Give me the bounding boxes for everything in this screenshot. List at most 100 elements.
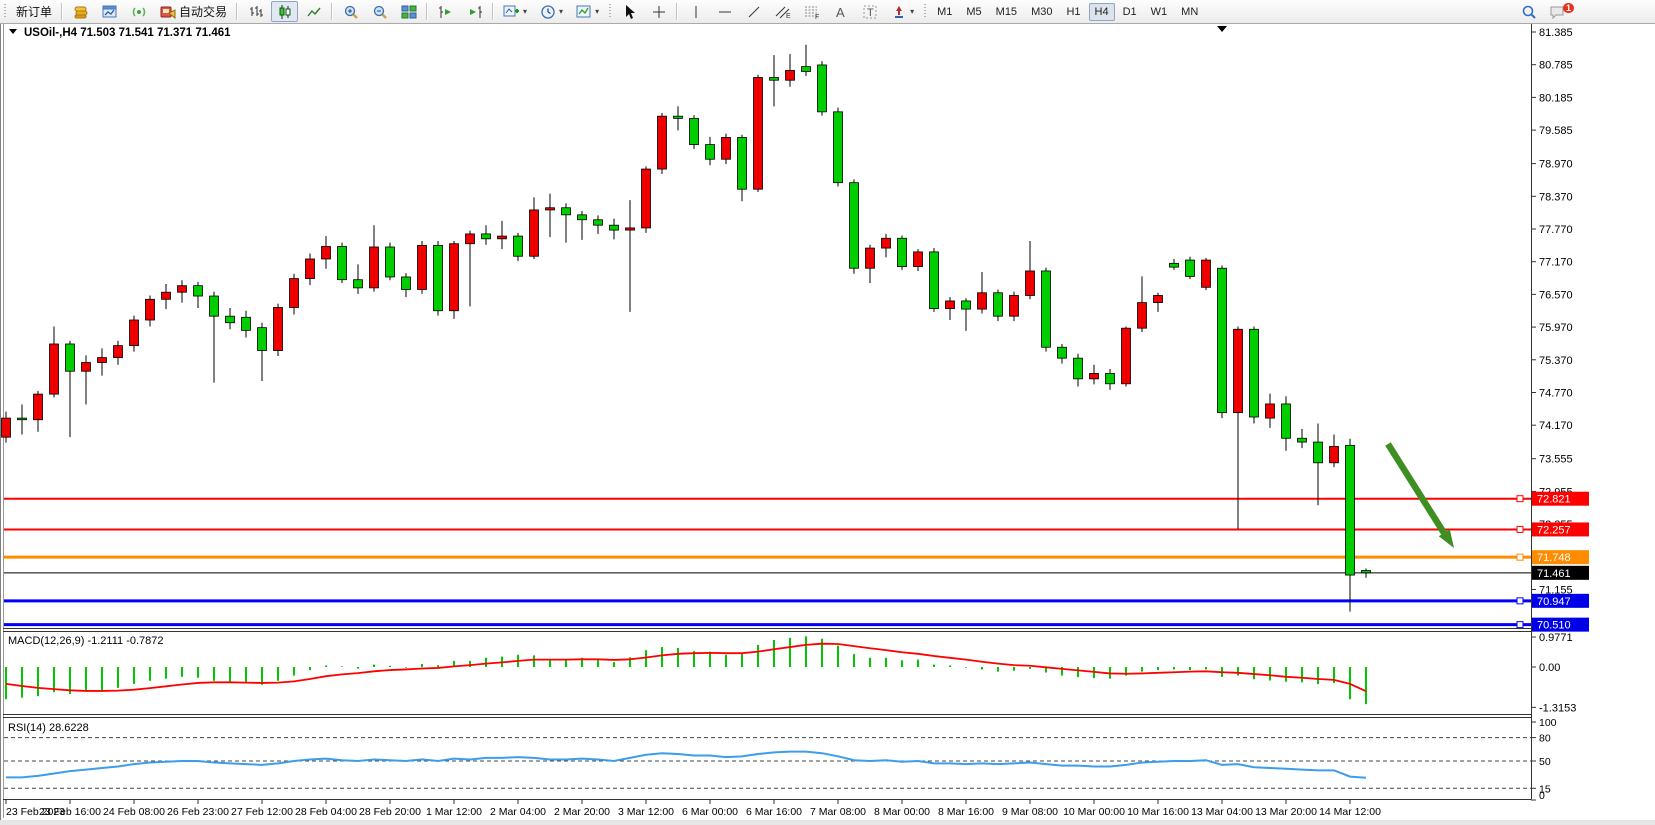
time-label: 28 Feb 20:00 bbox=[359, 806, 421, 818]
signal-button[interactable] bbox=[125, 1, 152, 22]
vertical-line-button[interactable] bbox=[682, 1, 709, 22]
dropdown-caret: ▾ bbox=[595, 7, 599, 16]
candle bbox=[738, 137, 747, 189]
auto-scroll-button[interactable] bbox=[432, 1, 459, 22]
trendline-button[interactable] bbox=[740, 1, 767, 22]
new-order-button[interactable]: 新订单 bbox=[11, 1, 57, 22]
time-label: 2 Mar 04:00 bbox=[490, 806, 546, 818]
candle bbox=[754, 78, 763, 190]
tile-windows-button[interactable] bbox=[395, 1, 422, 22]
periods-button[interactable]: ▾ bbox=[534, 1, 568, 22]
hline-handle[interactable] bbox=[1517, 622, 1523, 628]
candle bbox=[306, 259, 315, 279]
timeframe-button-M5[interactable]: M5 bbox=[960, 3, 987, 21]
candle bbox=[1330, 446, 1339, 462]
price-tick-label: 75.370 bbox=[1539, 355, 1573, 367]
chart-window-button[interactable] bbox=[96, 1, 123, 22]
rsi-axis-label: 0 bbox=[1539, 790, 1545, 802]
hline-handle[interactable] bbox=[1517, 554, 1523, 560]
text-label-button[interactable]: T bbox=[856, 1, 883, 22]
auto-trading-button[interactable]: 自动交易 bbox=[154, 1, 232, 22]
bar-chart-type-button[interactable] bbox=[242, 1, 269, 22]
dropdown-caret: ▾ bbox=[523, 7, 527, 16]
candle bbox=[466, 234, 475, 244]
text-button[interactable]: A bbox=[827, 1, 854, 22]
timeframe-button-M1[interactable]: M1 bbox=[931, 3, 958, 21]
time-label: 26 Feb 23:00 bbox=[167, 806, 229, 818]
timeframe-button-H1[interactable]: H1 bbox=[1060, 3, 1086, 21]
candle bbox=[818, 65, 827, 112]
time-label: 3 Mar 12:00 bbox=[618, 806, 674, 818]
candle bbox=[1042, 271, 1051, 347]
chart-shift-button[interactable] bbox=[461, 1, 488, 22]
time-label: 10 Mar 16:00 bbox=[1127, 806, 1189, 818]
candle bbox=[1106, 373, 1115, 383]
candle bbox=[562, 208, 571, 215]
toolbar-grip bbox=[3, 4, 7, 19]
line-chart-type-button[interactable] bbox=[300, 1, 327, 22]
toolbar-separator bbox=[676, 3, 678, 20]
price-badge-label: 70.947 bbox=[1537, 596, 1571, 608]
time-label: 24 Feb 08:00 bbox=[103, 806, 165, 818]
hline-handle[interactable] bbox=[1517, 496, 1523, 502]
cursor-button[interactable] bbox=[616, 1, 643, 22]
timeframe-button-M15[interactable]: M15 bbox=[990, 3, 1023, 21]
candle bbox=[658, 116, 667, 169]
vertical-line-icon bbox=[687, 3, 704, 20]
templates-button[interactable]: ▾ bbox=[570, 1, 604, 22]
rsi-axis-label: 80 bbox=[1539, 733, 1551, 745]
timeframe-button-MN[interactable]: MN bbox=[1175, 3, 1204, 21]
trendline-icon bbox=[745, 3, 762, 20]
timeframe-button-H4[interactable]: H4 bbox=[1089, 3, 1115, 21]
horizontal-line-button[interactable] bbox=[711, 1, 738, 22]
fibonacci-button[interactable]: F bbox=[798, 1, 825, 22]
horizontal-line-icon bbox=[716, 3, 733, 20]
toolbar-grip bbox=[608, 4, 612, 19]
notifications-button[interactable]: 1 bbox=[1544, 1, 1571, 22]
hline-handle[interactable] bbox=[1517, 526, 1523, 532]
timeframe-button-M30[interactable]: M30 bbox=[1025, 3, 1058, 21]
price-badge-label: 70.510 bbox=[1537, 620, 1571, 632]
candle bbox=[1026, 271, 1035, 296]
candle bbox=[82, 363, 91, 372]
candle bbox=[690, 118, 699, 144]
price-tick-label: 80.185 bbox=[1539, 92, 1573, 104]
candlestick-type-button[interactable] bbox=[271, 1, 298, 22]
candle bbox=[1010, 295, 1019, 316]
zoom-in-button[interactable] bbox=[337, 1, 364, 22]
candle bbox=[802, 67, 811, 72]
equidistant-channel-button[interactable]: E bbox=[769, 1, 796, 22]
price-tick-label: 78.370 bbox=[1539, 191, 1573, 203]
chart-window-icon bbox=[101, 3, 118, 20]
price-tick-label: 74.770 bbox=[1539, 387, 1573, 399]
candle bbox=[18, 418, 27, 420]
candle bbox=[1058, 347, 1067, 358]
candle bbox=[434, 245, 443, 310]
gold-layers-button[interactable] bbox=[67, 1, 94, 22]
price-tick-label: 77.770 bbox=[1539, 224, 1573, 236]
candle bbox=[1186, 260, 1195, 276]
templates-icon bbox=[575, 3, 592, 20]
zoom-out-button[interactable] bbox=[366, 1, 393, 22]
crosshair-button[interactable] bbox=[645, 1, 672, 22]
hline-handle[interactable] bbox=[1517, 598, 1523, 604]
candle bbox=[1282, 404, 1291, 438]
candle bbox=[130, 320, 139, 346]
candle bbox=[1298, 438, 1307, 442]
candle bbox=[1346, 445, 1355, 575]
price-tick-label: 75.970 bbox=[1539, 322, 1573, 334]
indicators-button[interactable]: ▾ bbox=[498, 1, 532, 22]
macd-axis-label: -1.3153 bbox=[1539, 702, 1576, 714]
timeframe-button-W1[interactable]: W1 bbox=[1145, 3, 1174, 21]
bar-chart-icon bbox=[247, 3, 264, 20]
candle bbox=[66, 344, 75, 371]
candle bbox=[930, 252, 939, 309]
time-label: 23 Feb 16:00 bbox=[39, 806, 101, 818]
timeframe-button-D1[interactable]: D1 bbox=[1117, 3, 1143, 21]
candle bbox=[578, 215, 587, 220]
tile-windows-icon bbox=[400, 3, 417, 20]
search-button[interactable] bbox=[1515, 1, 1542, 22]
candle bbox=[1218, 268, 1227, 412]
window-bottom-edge bbox=[0, 820, 1655, 825]
arrows-button[interactable]: ▾ bbox=[885, 1, 919, 22]
